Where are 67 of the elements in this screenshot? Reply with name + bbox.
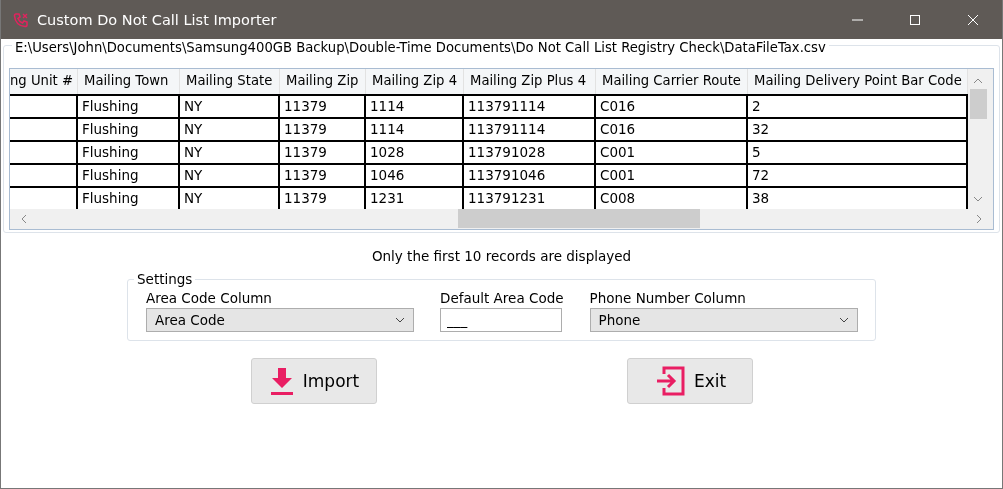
chevron-down-icon — [838, 317, 849, 323]
column-header[interactable]: Mailing State — [180, 69, 280, 94]
table-cell: 1028 — [370, 144, 405, 160]
table-cell: C001 — [600, 167, 636, 183]
column-header[interactable]: Mailing Zip 4 — [366, 69, 464, 94]
table-cell: C001 — [600, 144, 636, 160]
dropdown[interactable]: Area Code — [146, 308, 414, 332]
table-cell: 72 — [752, 167, 770, 183]
minimize-icon — [851, 18, 863, 21]
table-cell: C016 — [600, 98, 636, 114]
column-header[interactable]: ng Unit # — [10, 69, 78, 94]
column-header[interactable]: Mailing Town — [78, 69, 180, 94]
table-cell: NY — [184, 167, 203, 183]
table-cell: NY — [184, 144, 203, 160]
table-cell: Flushing — [82, 190, 139, 206]
table-cell: 32 — [752, 121, 770, 137]
scroll-right-icon — [975, 213, 983, 224]
field-label: Area Code Column — [146, 290, 273, 306]
column-header[interactable]: Mailing Zip Plus 4 — [464, 69, 596, 94]
table-cell: 11379 — [284, 121, 327, 137]
window-title: Custom Do Not Call List Importer — [37, 11, 278, 28]
table-cell: 5 — [752, 144, 761, 160]
table-cell: 1046 — [370, 167, 405, 183]
table-cell: 11379 — [284, 144, 327, 160]
field-label: Phone Number Column — [589, 290, 747, 306]
file-path: E:\Users\John\Documents\Samsung400GB Backup\Double-Time Documents\Do Not Call List Registry Check\DataFileTax.csv — [12, 40, 829, 55]
table-cell: 113791114 — [468, 121, 546, 137]
scroll-thumb[interactable] — [969, 89, 987, 119]
table-cell: 2 — [752, 98, 761, 114]
column-header[interactable]: Mailing Zip — [280, 69, 366, 94]
table-cell: Flushing — [82, 98, 139, 114]
table-cell: 1231 — [370, 190, 405, 206]
settings-title: Settings — [134, 271, 196, 287]
table-cell: 113791114 — [468, 98, 546, 114]
table-cell: NY — [184, 121, 203, 137]
scroll-down-icon — [973, 195, 983, 203]
table-cell: NY — [184, 98, 203, 114]
table-cell: 113791231 — [468, 190, 546, 206]
table-cell: NY — [184, 190, 203, 206]
table-cell: Flushing — [82, 167, 139, 183]
download-icon — [268, 366, 295, 396]
chevron-down-icon — [395, 317, 405, 323]
exit-button[interactable]: Exit — [627, 358, 753, 404]
table-cell: 11379 — [284, 167, 327, 183]
column-header[interactable]: Mailing Carrier Route — [596, 69, 748, 94]
scroll-thumb[interactable] — [458, 209, 700, 228]
table-cell: 11379 — [284, 98, 327, 114]
input-field[interactable]: ___ — [440, 308, 562, 332]
maximize-icon — [909, 13, 921, 26]
table-cell: 1114 — [370, 121, 405, 137]
table-cell: C016 — [600, 121, 636, 137]
notice-text: Only the first 10 records are displayed — [370, 248, 633, 264]
table-cell: 11379 — [284, 190, 327, 206]
dropdown[interactable]: Phone — [589, 308, 858, 332]
close-icon — [967, 13, 979, 26]
scroll-left-icon — [20, 213, 28, 224]
table-cell: Flushing — [82, 144, 139, 160]
phone-icon — [13, 11, 29, 28]
table-cell: 113791046 — [468, 167, 546, 183]
scroll-up-icon — [973, 77, 983, 85]
table-cell: 1114 — [370, 98, 405, 114]
table-cell: 113791028 — [468, 144, 546, 160]
table-cell: C008 — [600, 190, 636, 206]
field-label: Default Area Code — [440, 290, 564, 306]
table-cell: 38 — [752, 190, 770, 206]
import-button[interactable]: Import — [251, 358, 377, 404]
table-cell: Flushing — [82, 121, 139, 137]
